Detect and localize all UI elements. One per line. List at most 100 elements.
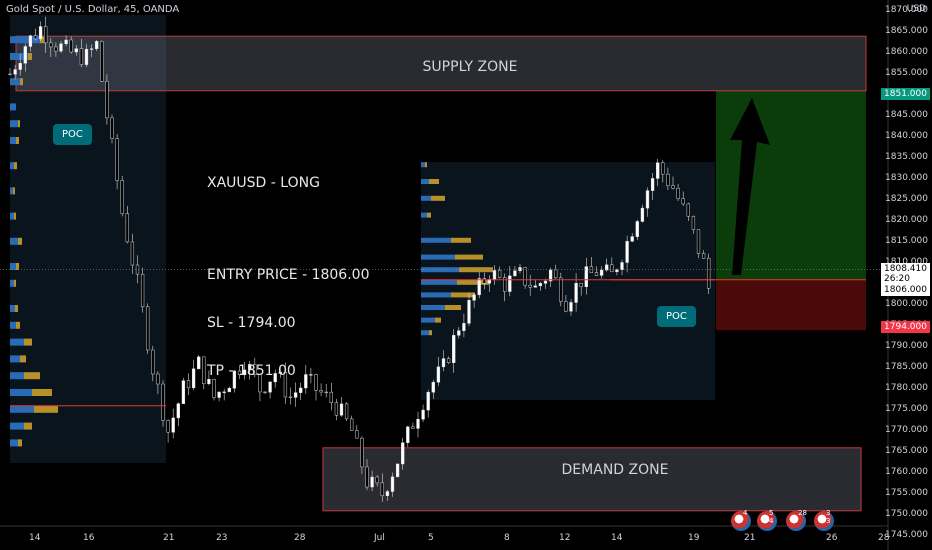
annotation-line: TP - 1851.00 bbox=[207, 363, 296, 379]
volume-bar-up bbox=[10, 237, 18, 245]
candle-body bbox=[666, 173, 670, 186]
countdown: 26:20 bbox=[884, 274, 910, 284]
poc-callout-right: POC bbox=[657, 306, 696, 327]
volume-bar-down bbox=[32, 389, 52, 396]
price-tick-label: 1845.000 bbox=[885, 110, 928, 120]
volume-bar-up bbox=[10, 137, 16, 144]
economic-event-icon[interactable]: 28 bbox=[786, 509, 807, 531]
volume-bar-down bbox=[429, 179, 439, 184]
candle-body bbox=[610, 264, 614, 273]
volume-bar-down bbox=[18, 439, 22, 447]
event-count: 5 4 bbox=[769, 509, 774, 525]
price-tick-label: 1745.000 bbox=[885, 530, 928, 540]
time-tick-label: 28 bbox=[878, 533, 890, 543]
candle-body bbox=[84, 48, 89, 65]
volume-bar-down bbox=[425, 162, 427, 168]
volume-bar-up bbox=[421, 162, 425, 168]
candle-body bbox=[33, 35, 38, 40]
volume-bar-up bbox=[421, 237, 451, 243]
volume-bar-down bbox=[24, 422, 32, 430]
candle-body bbox=[645, 190, 650, 209]
volume-bar-down bbox=[14, 212, 16, 220]
candle-body bbox=[620, 262, 624, 270]
candle-body bbox=[406, 426, 410, 443]
volume-bar-down bbox=[445, 305, 461, 310]
candle-body bbox=[13, 69, 17, 75]
candle-body bbox=[344, 403, 349, 420]
candle-body bbox=[191, 368, 196, 389]
volume-bar-up bbox=[10, 263, 16, 270]
candle-body bbox=[554, 269, 558, 279]
event-count: 28 bbox=[798, 509, 807, 517]
candle-body bbox=[74, 48, 78, 53]
candle-body bbox=[110, 117, 114, 139]
candle-body bbox=[375, 476, 379, 484]
volume-bar-down bbox=[429, 330, 432, 336]
candle-body bbox=[686, 203, 690, 217]
price-chart-svg[interactable] bbox=[0, 0, 932, 550]
candle-body bbox=[395, 463, 400, 478]
volume-bar-up bbox=[421, 292, 451, 298]
candle-body bbox=[288, 396, 293, 399]
chart-container[interactable]: { "header": { "symbol_line": "Gold Spot … bbox=[0, 0, 932, 550]
candle-body bbox=[650, 178, 655, 191]
volume-bar-up bbox=[421, 179, 429, 184]
candle-body bbox=[69, 39, 73, 53]
volume-bar-down bbox=[15, 305, 18, 312]
time-tick-label: 28 bbox=[294, 533, 306, 543]
time-tick-label: 14 bbox=[611, 533, 623, 543]
candle-body bbox=[44, 26, 48, 44]
trade-annotation: XAUUSD - LONG ENTRY PRICE - 1806.00 SL -… bbox=[207, 143, 369, 395]
candle-body bbox=[482, 278, 486, 284]
candle-body bbox=[472, 294, 476, 301]
volume-bar-down bbox=[14, 279, 16, 287]
volume-bar-up bbox=[10, 439, 18, 447]
candle-body bbox=[421, 409, 425, 420]
candle-body bbox=[615, 269, 619, 273]
candle-body bbox=[370, 476, 374, 488]
volume-bar-down bbox=[34, 405, 58, 413]
candle-body bbox=[197, 356, 201, 370]
volume-bar-down bbox=[435, 317, 441, 323]
price-tick-label: 1860.000 bbox=[885, 47, 928, 57]
candle-body bbox=[171, 417, 175, 433]
annotation-line: SL - 1794.00 bbox=[207, 315, 296, 331]
time-tick-label: 8 bbox=[504, 533, 510, 543]
price-tick-label: 1760.000 bbox=[885, 467, 928, 477]
time-tick-label: 23 bbox=[216, 533, 228, 543]
candle-body bbox=[508, 275, 512, 292]
volume-bar-down bbox=[459, 267, 493, 273]
candle-body bbox=[181, 380, 186, 404]
candle-body bbox=[513, 270, 517, 277]
candle-body bbox=[691, 215, 696, 230]
candle-body bbox=[166, 420, 170, 433]
price-tick-label: 1815.000 bbox=[885, 236, 928, 246]
economic-event-icon[interactable]: 3 3 bbox=[814, 509, 834, 531]
economic-event-icon[interactable]: 5 4 bbox=[757, 509, 777, 531]
candle-body bbox=[49, 42, 53, 48]
volume-bar-up bbox=[10, 162, 14, 170]
candle-body bbox=[696, 229, 701, 254]
price-tick-label: 1820.000 bbox=[885, 215, 928, 225]
price-tick-label: 1840.000 bbox=[885, 131, 928, 141]
candle-body bbox=[477, 278, 481, 296]
price-tick-label: 1835.000 bbox=[885, 152, 928, 162]
candle-body bbox=[497, 270, 502, 278]
candle-body bbox=[574, 282, 578, 303]
candle-body bbox=[462, 323, 466, 331]
candle-body bbox=[559, 277, 563, 302]
candle-body bbox=[64, 39, 68, 45]
price-tick-label: 1865.000 bbox=[885, 26, 928, 36]
candle-body bbox=[594, 272, 599, 276]
volume-bar-down bbox=[18, 120, 20, 128]
candle-body bbox=[426, 392, 430, 411]
volume-bar-up bbox=[10, 422, 24, 430]
candle-body bbox=[95, 41, 99, 49]
price-tick-label: 1775.000 bbox=[885, 404, 928, 414]
candle-body bbox=[146, 306, 150, 351]
price-tick-label: 1770.000 bbox=[885, 425, 928, 435]
symbol-title: Gold Spot / U.S. Dollar, 45, OANDA bbox=[6, 4, 180, 15]
candle-body bbox=[186, 380, 191, 389]
economic-event-icon[interactable]: 4 bbox=[731, 509, 751, 531]
price-tick-label: 1780.000 bbox=[885, 383, 928, 393]
